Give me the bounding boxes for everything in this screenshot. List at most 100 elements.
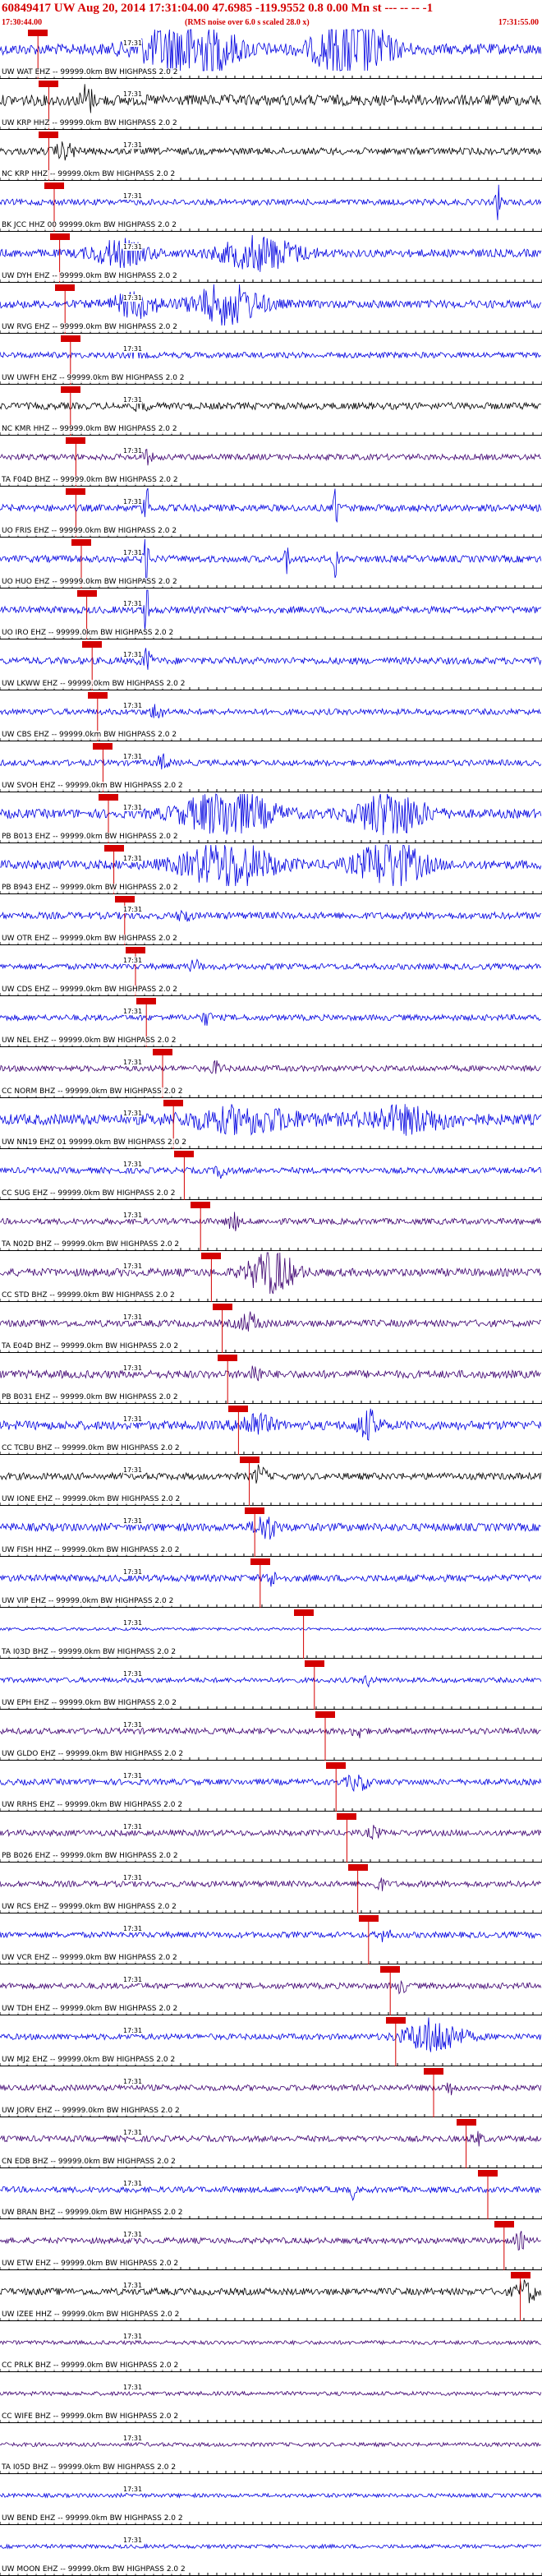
station-label: UW TDH EHZ -- 99999.0km BW HIGHPASS 2.0 …	[2, 2005, 178, 2014]
pick-marker	[218, 1355, 238, 1361]
record-header: 60849417 UW Aug 20, 2014 17:31:04.00 47.…	[0, 0, 542, 28]
station-label: UW NN19 EHZ 01 99999.0km BW HIGHPASS 2.0…	[2, 1138, 186, 1147]
time-tick-label: 17:31	[123, 1976, 143, 1983]
time-tick-label: 17:31	[123, 1161, 143, 1168]
trace-row: 17:31 UW GLDO EHZ -- 99999.0km BW HIGHPAS…	[0, 1710, 542, 1761]
station-label: CC NORM BHZ -- 99999.0km BW HIGHPASS 2.0…	[2, 1087, 183, 1096]
trace-row: 17:31 UW EPH EHZ -- 99999.0km BW HIGHPASS…	[0, 1659, 542, 1710]
waveform-trace	[0, 396, 542, 412]
station-label: CC TCBU BHZ -- 99999.0km BW HIGHPASS 2.0…	[2, 1444, 180, 1453]
time-tick-label: 17:31	[123, 243, 143, 251]
station-label: UO IRO EHZ -- 99999.0km BW HIGHPASS 2.0 …	[2, 629, 174, 638]
pick-marker	[153, 1049, 172, 1055]
waveform-trace	[0, 958, 542, 972]
pick-marker	[380, 1966, 401, 1973]
time-tick-label: 17:31	[123, 957, 143, 964]
station-label: CC SUG EHZ -- 99999.0km BW HIGHPASS 2.0 …	[2, 1189, 176, 1198]
station-label: UW WAT EHZ -- 99999.0km BW HIGHPASS 2.0 …	[2, 68, 178, 77]
station-label: UW ETW EHZ -- 99999.0km BW HIGHPASS 2.0 …	[2, 2260, 179, 2269]
time-tick-label: 17:31	[123, 2078, 143, 2085]
waveform-trace	[0, 346, 542, 359]
time-tick-label: 17:31	[123, 1619, 143, 1627]
waveform-trace	[0, 704, 542, 718]
waveform-trace	[0, 1674, 542, 1688]
station-label: TA I05D BHZ -- 99999.0km BW HIGHPASS 2.0…	[2, 2463, 177, 2472]
trace-row: 17:31 UW KRP HHZ -- 99999.0km BW HIGHPASS…	[0, 79, 542, 130]
pick-marker	[326, 1762, 347, 1769]
time-tick-label: 17:31	[123, 1925, 143, 1932]
station-label: UW VIP EHZ -- 99999.0km BW HIGHPASS 2.0 …	[2, 1597, 174, 1606]
pick-marker	[60, 386, 80, 393]
trace-row: 17:31 UO FRIS EHZ -- 99999.0km BW HIGHPAS…	[0, 487, 542, 538]
station-label: UW IONE EHZ -- 99999.0km BW HIGHPASS 2.0…	[2, 1495, 181, 1504]
waveform-trace	[0, 184, 542, 220]
pick-marker	[99, 794, 118, 801]
trace-row: 17:31 UW MOON EHZ -- 99999.0km BW HIGHPAS…	[0, 2525, 542, 2576]
pick-marker	[39, 81, 59, 87]
trace-row: 17:31 CC WIFE BHZ -- 99999.0km BW HIGHPAS…	[0, 2372, 542, 2423]
trace-row: 17:31 UW BEND EHZ -- 99999.0km BW HIGHPAS…	[0, 2474, 542, 2525]
time-tick-label: 17:31	[123, 702, 143, 709]
station-label: CN EDB BHZ -- 99999.0km BW HIGHPASS 2.0 …	[2, 2158, 176, 2167]
time-tick-label: 17:31	[123, 447, 143, 455]
pick-marker	[76, 590, 97, 597]
pick-marker	[337, 1813, 357, 1820]
time-tick-label: 17:31	[123, 1415, 143, 1423]
time-tick-label: 17:31	[123, 1670, 143, 1678]
pick-marker	[136, 998, 157, 1004]
trace-row: 17:31 TA I05D BHZ -- 99999.0km BW HIGHPAS…	[0, 2423, 542, 2474]
waveform-trace	[0, 2082, 542, 2096]
trace-row: 17:31 UO HUO EHZ -- 99999.0km BW HIGHPASS…	[0, 538, 542, 589]
pick-marker	[71, 539, 91, 546]
time-tick-label: 17:31	[123, 90, 143, 98]
waveform-trace	[0, 1929, 542, 1942]
station-label: UW LKWW EHZ -- 99999.0km BW HIGHPASS 2.0…	[2, 680, 186, 689]
time-tick-label: 17:31	[123, 1721, 143, 1729]
pick-marker	[510, 2272, 531, 2278]
pick-marker	[293, 1609, 314, 1616]
time-tick-label: 17:31	[123, 2282, 143, 2289]
pick-marker	[212, 1304, 232, 1310]
station-label: TA E04D BHZ -- 99999.0km BW HIGHPASS 2.0…	[2, 1342, 179, 1351]
time-tick-label: 17:31	[123, 804, 143, 811]
time-tick-label: 17:31	[123, 498, 143, 506]
waveform-trace	[0, 141, 542, 161]
waveform-trace	[0, 1572, 542, 1587]
station-label: CC WIFE BHZ -- 99999.0km BW HIGHPASS 2.0…	[2, 2412, 179, 2421]
time-tick-label: 17:31	[123, 600, 143, 607]
trace-row: 17:31 CC PRLK BHZ -- 99999.0km BW HIGHPAS…	[0, 2321, 542, 2372]
trace-row: 17:31 UO IRO EHZ -- 99999.0km BW HIGHPASS…	[0, 589, 542, 639]
trace-row: 17:31 TA N02D BHZ -- 99999.0km BW HIGHPAS…	[0, 1200, 542, 1251]
trace-row: 17:31 UW JORV EHZ -- 99999.0km BW HIGHPAS…	[0, 2066, 542, 2117]
time-tick-label: 17:31	[123, 1313, 143, 1321]
trace-row: 17:31 UW VCR EHZ -- 99999.0km BW HIGHPASS…	[0, 1914, 542, 1964]
time-tick-label: 17:31	[123, 2027, 143, 2034]
station-label: PB B031 EHZ -- 99999.0km BW HIGHPASS 2.0…	[2, 1393, 178, 1402]
pick-marker	[494, 2221, 514, 2227]
station-label: PB B026 EHZ -- 99999.0km BW HIGHPASS 2.0…	[2, 1852, 178, 1861]
waveform-trace	[0, 284, 542, 326]
station-label: UW BRAN BHZ -- 99999.0km BW HIGHPASS 2.0…	[2, 2209, 183, 2218]
time-tick-label: 17:31	[123, 1059, 143, 1066]
time-tick-label: 17:31	[123, 192, 143, 200]
pick-marker	[456, 2119, 476, 2126]
trace-row: 17:31 UW CBS EHZ -- 99999.0km BW HIGHPASS…	[0, 690, 542, 741]
waveform-trace	[0, 1877, 542, 1891]
trace-row: 17:31 CC TCBU BHZ -- 99999.0km BW HIGHPAS…	[0, 1404, 542, 1455]
station-label: UW EPH EHZ -- 99999.0km BW HIGHPASS 2.0 …	[2, 1699, 177, 1708]
waveform-trace	[0, 2017, 542, 2052]
time-tick-label: 17:31	[123, 549, 143, 556]
trace-row: 17:31 UW BRAN BHZ -- 99999.0km BW HIGHPAS…	[0, 2168, 542, 2219]
time-tick-label: 17:31	[123, 1517, 143, 1525]
trace-row: 17:31 UW IZEE HHZ -- 99999.0km BW HIGHPAS…	[0, 2270, 542, 2321]
pick-marker	[191, 1202, 211, 1208]
waveform-trace	[0, 1774, 542, 1793]
station-label: BK JCC HHZ 00 99999.0km BW HIGHPASS 2.0 …	[2, 221, 177, 230]
waveform-trace	[0, 1059, 542, 1074]
time-tick-label: 17:31	[123, 2231, 143, 2238]
time-tick-label: 17:31	[123, 1772, 143, 1780]
station-label: UW RVG EHZ -- 99999.0km BW HIGHPASS 2.0 …	[2, 323, 177, 332]
station-label: UW UWFH EHZ -- 99999.0km BW HIGHPASS 2.0…	[2, 374, 185, 383]
pick-marker	[103, 845, 124, 852]
time-tick-label: 17:31	[123, 141, 143, 149]
